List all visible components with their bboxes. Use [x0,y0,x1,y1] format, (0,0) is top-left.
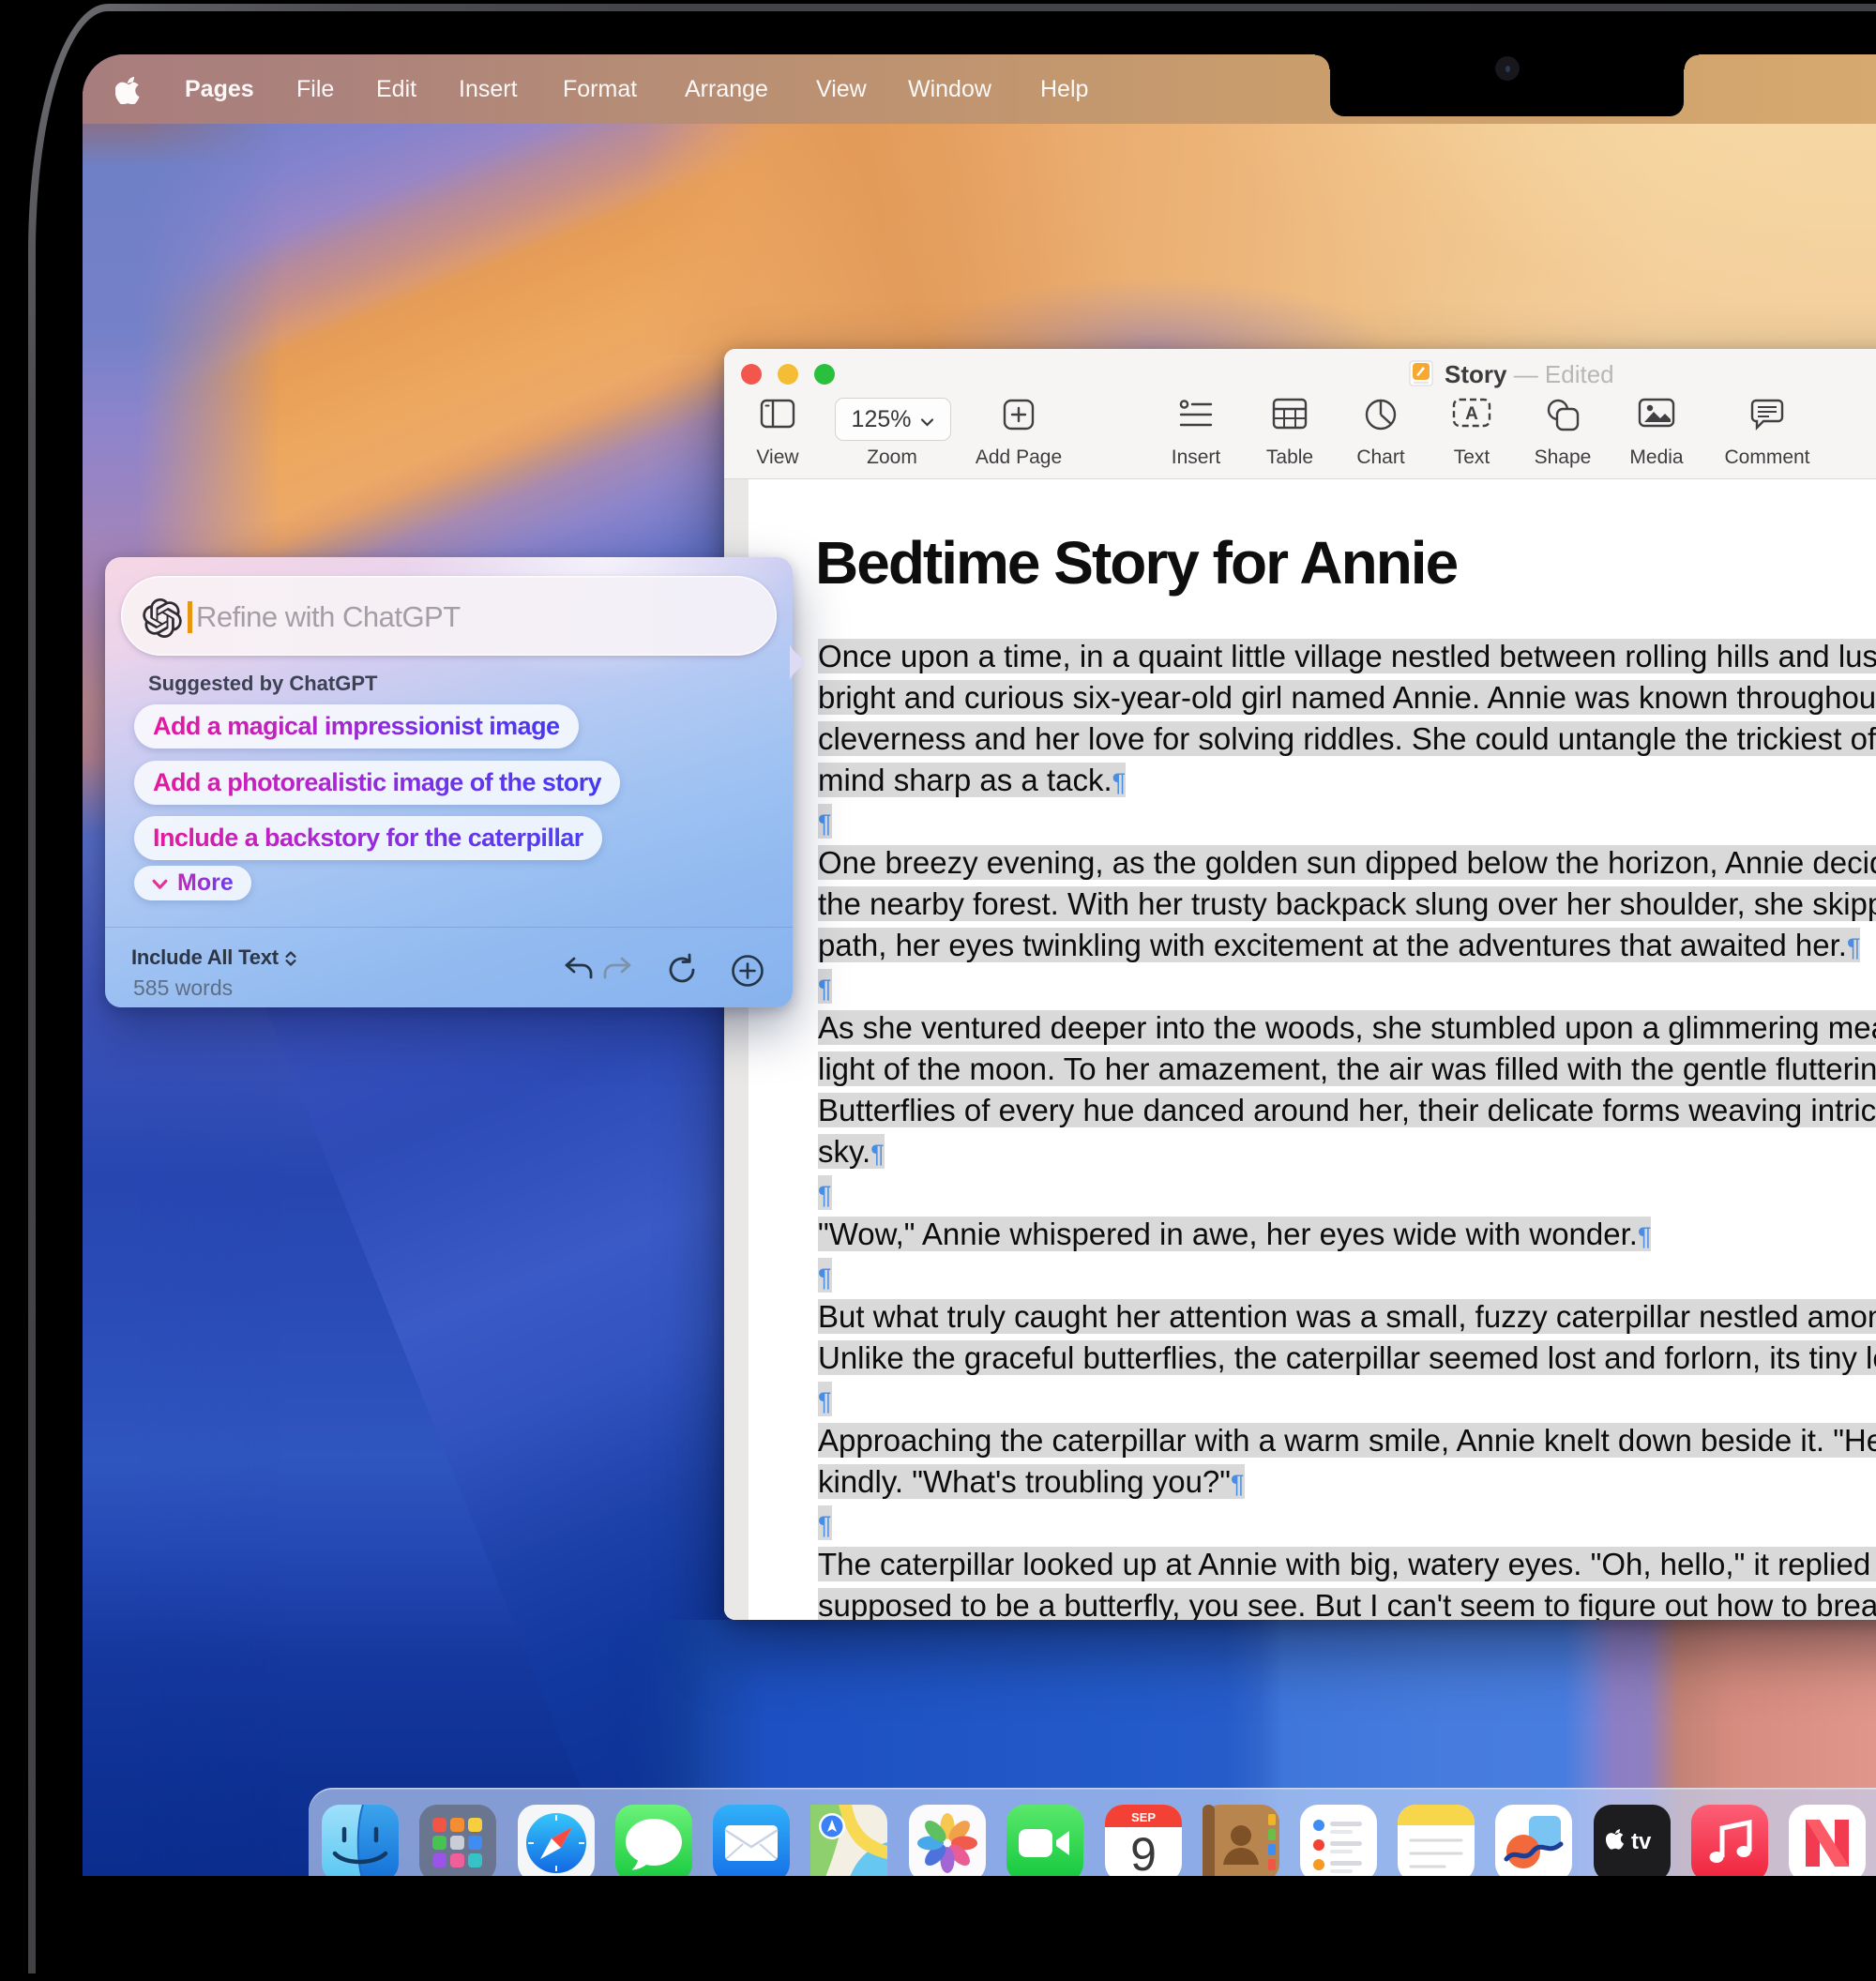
svg-text:A: A [1465,404,1478,424]
svg-text:9: 9 [1130,1828,1157,1876]
svg-text:tv: tv [1631,1829,1652,1854]
svg-text:SEP: SEP [1131,1810,1156,1824]
